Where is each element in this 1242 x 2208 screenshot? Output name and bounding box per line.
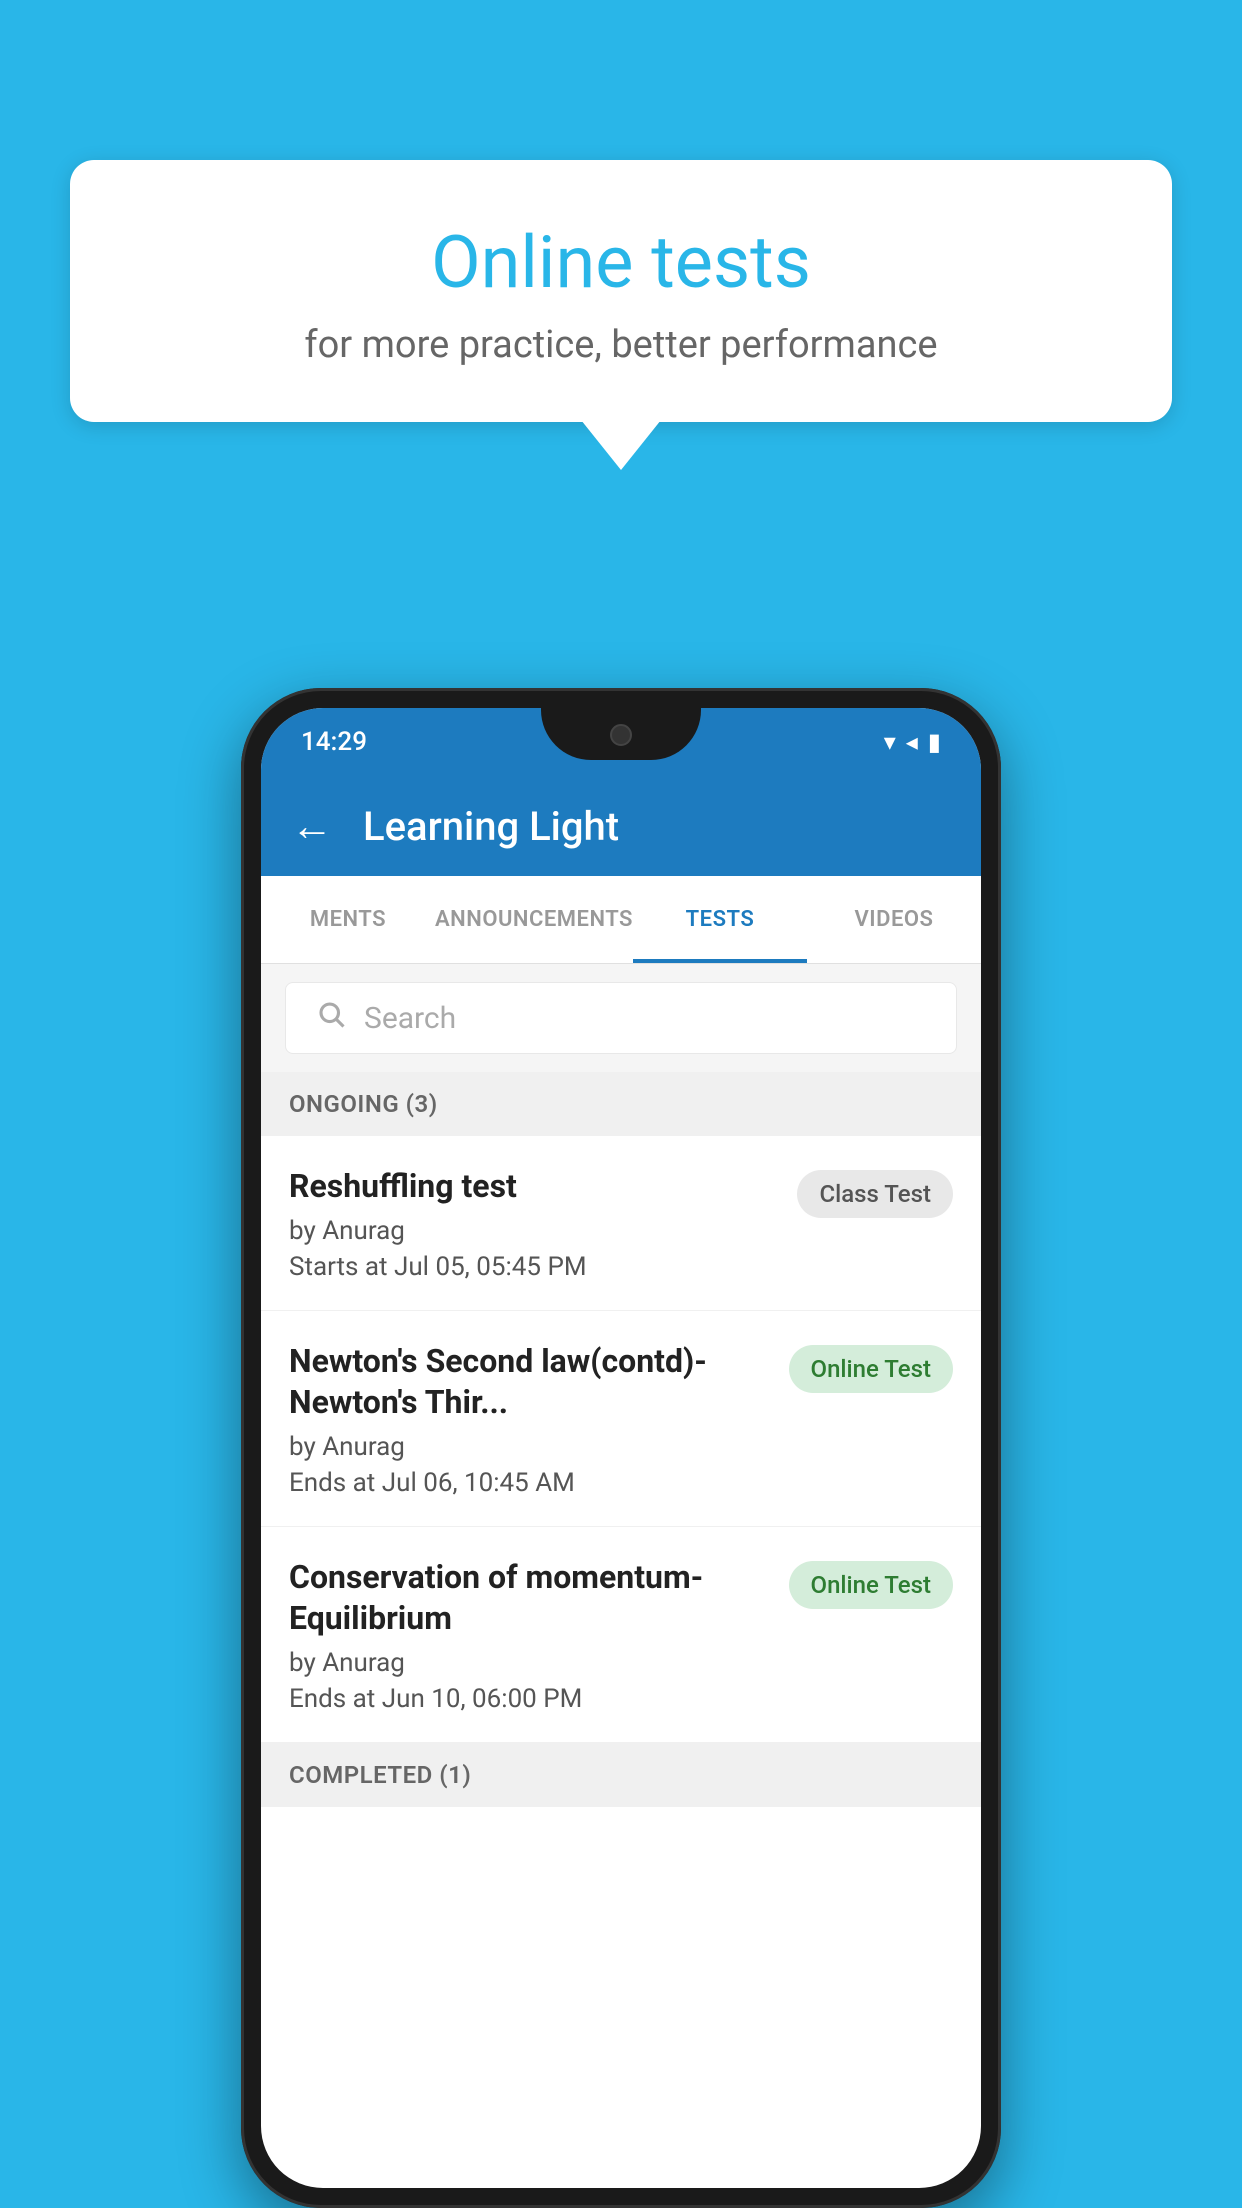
test-name: Newton's Second law(contd)-Newton's Thir… [289, 1341, 769, 1424]
speech-bubble: Online tests for more practice, better p… [70, 160, 1172, 422]
test-name: Conservation of momentum-Equilibrium [289, 1557, 769, 1640]
test-info: Conservation of momentum-Equilibrium by … [289, 1557, 769, 1714]
speech-bubble-container: Online tests for more practice, better p… [70, 160, 1172, 422]
tab-tests[interactable]: TESTS [633, 876, 807, 963]
test-badge-online-2: Online Test [789, 1561, 953, 1609]
search-icon [316, 999, 346, 1037]
test-badge-class: Class Test [797, 1170, 953, 1218]
ongoing-section-header: ONGOING (3) [261, 1072, 981, 1136]
tab-videos[interactable]: VIDEOS [807, 876, 981, 963]
test-item[interactable]: Reshuffling test by Anurag Starts at Jul… [261, 1136, 981, 1311]
phone-container: 14:29 ▾ ◂ ▮ ← Learning Light MENTS ANNOU… [241, 688, 1001, 2208]
test-author: by Anurag [289, 1432, 769, 1462]
test-badge-online: Online Test [789, 1345, 953, 1393]
app-bar: ← Learning Light [261, 776, 981, 876]
test-time: Ends at Jul 06, 10:45 AM [289, 1468, 769, 1498]
ongoing-title: ONGOING (3) [289, 1090, 438, 1118]
status-icons: ▾ ◂ ▮ [884, 728, 941, 756]
phone-frame: 14:29 ▾ ◂ ▮ ← Learning Light MENTS ANNOU… [241, 688, 1001, 2208]
bubble-subtitle: for more practice, better performance [150, 323, 1092, 367]
status-time: 14:29 [301, 727, 367, 757]
tab-announcements[interactable]: ANNOUNCEMENTS [435, 876, 633, 963]
test-info: Reshuffling test by Anurag Starts at Jul… [289, 1166, 777, 1282]
notch [541, 708, 701, 760]
status-bar: 14:29 ▾ ◂ ▮ [261, 708, 981, 776]
completed-section-header: COMPLETED (1) [261, 1743, 981, 1807]
front-camera [610, 724, 632, 746]
bubble-title: Online tests [150, 220, 1092, 305]
test-time: Ends at Jun 10, 06:00 PM [289, 1684, 769, 1714]
back-button[interactable]: ← [291, 802, 333, 851]
test-author: by Anurag [289, 1648, 769, 1678]
search-placeholder: Search [364, 1001, 456, 1036]
test-name: Reshuffling test [289, 1166, 777, 1208]
battery-icon: ▮ [928, 728, 941, 756]
test-author: by Anurag [289, 1216, 777, 1246]
completed-title: COMPLETED (1) [289, 1761, 471, 1789]
wifi-icon: ▾ [884, 728, 896, 756]
app-title: Learning Light [363, 803, 619, 850]
signal-icon: ◂ [906, 728, 918, 756]
test-item[interactable]: Newton's Second law(contd)-Newton's Thir… [261, 1311, 981, 1527]
phone-screen: 14:29 ▾ ◂ ▮ ← Learning Light MENTS ANNOU… [261, 708, 981, 2188]
test-time: Starts at Jul 05, 05:45 PM [289, 1252, 777, 1282]
tab-ments[interactable]: MENTS [261, 876, 435, 963]
test-list: Reshuffling test by Anurag Starts at Jul… [261, 1136, 981, 1743]
tabs-bar: MENTS ANNOUNCEMENTS TESTS VIDEOS [261, 876, 981, 964]
search-box[interactable]: Search [285, 982, 957, 1054]
test-info: Newton's Second law(contd)-Newton's Thir… [289, 1341, 769, 1498]
test-item[interactable]: Conservation of momentum-Equilibrium by … [261, 1527, 981, 1743]
search-container: Search [261, 964, 981, 1072]
